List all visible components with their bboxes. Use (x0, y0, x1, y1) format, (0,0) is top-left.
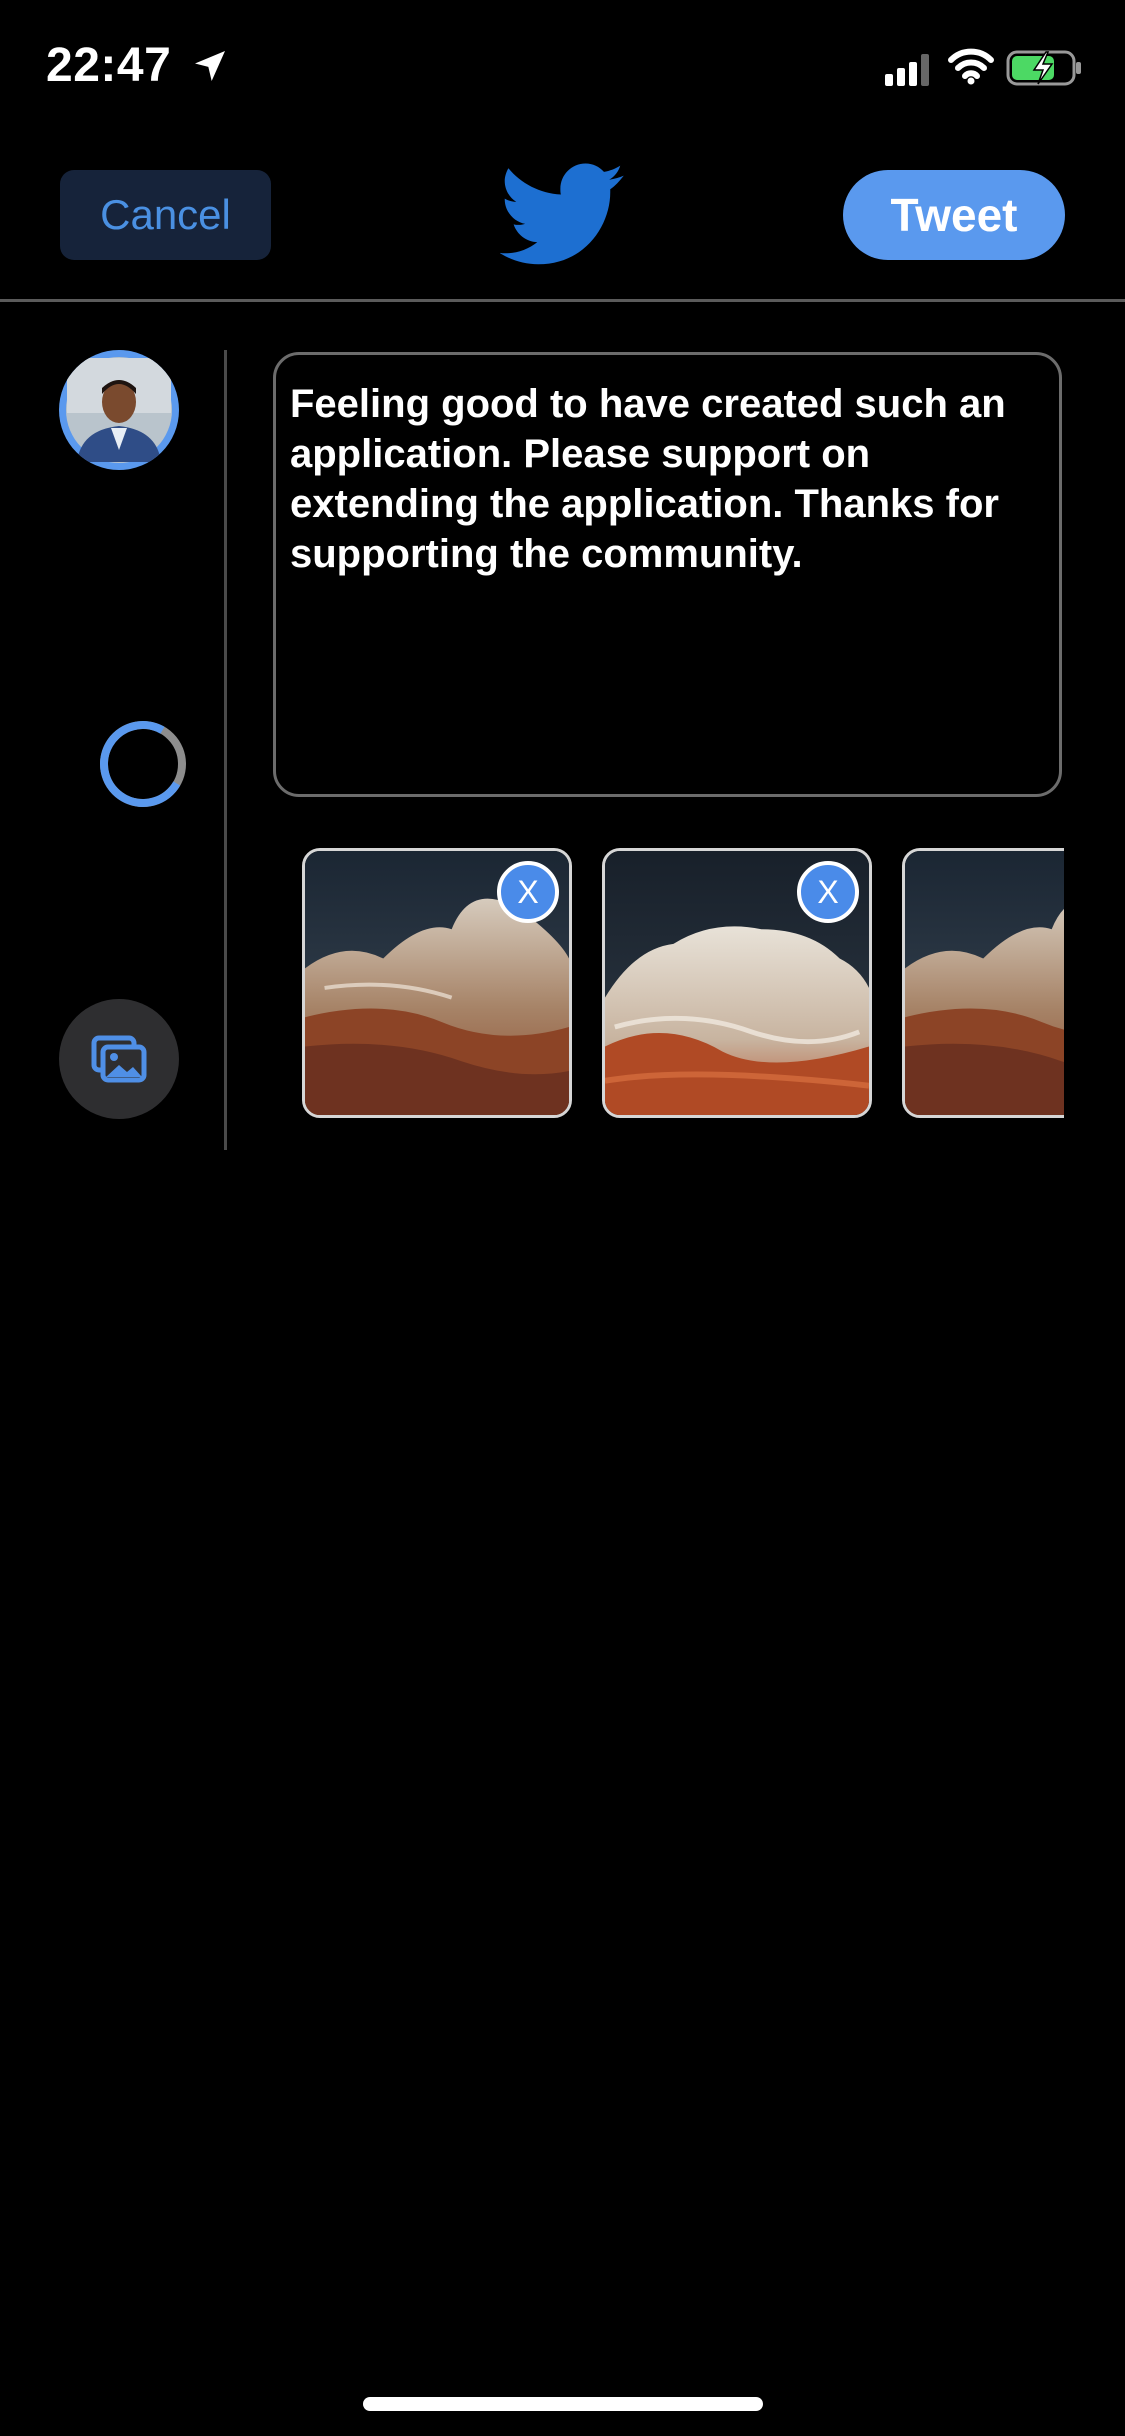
media-thumbnail[interactable]: X (302, 848, 572, 1118)
avatar-photo (66, 357, 172, 463)
character-count-ring (100, 721, 186, 807)
tweet-button[interactable]: Tweet (843, 170, 1065, 260)
wifi-icon (948, 48, 994, 85)
home-indicator[interactable] (363, 2397, 763, 2411)
media-thumbnail[interactable]: X (602, 848, 872, 1118)
header-divider (0, 299, 1125, 302)
location-arrow-icon (195, 51, 225, 81)
remove-media-button[interactable]: X (797, 861, 859, 923)
battery-charging-icon (1006, 50, 1081, 86)
tweet-text-input[interactable]: Feeling good to have created such an app… (273, 352, 1062, 797)
cellular-signal-icon (885, 54, 929, 86)
twitter-bird-icon (500, 163, 624, 265)
thread-line (224, 350, 227, 1150)
avatar[interactable] (59, 350, 179, 470)
remove-media-button[interactable]: X (497, 861, 559, 923)
tweet-text: Feeling good to have created such an app… (290, 382, 1006, 576)
add-media-button[interactable] (59, 999, 179, 1119)
status-time: 22:47 (46, 39, 172, 92)
cancel-button[interactable]: Cancel (60, 170, 271, 260)
landscape-image (905, 851, 1064, 1115)
media-attachments: X X (302, 848, 1064, 1120)
photo-library-icon (91, 1035, 147, 1083)
media-thumbnail[interactable] (902, 848, 1064, 1118)
